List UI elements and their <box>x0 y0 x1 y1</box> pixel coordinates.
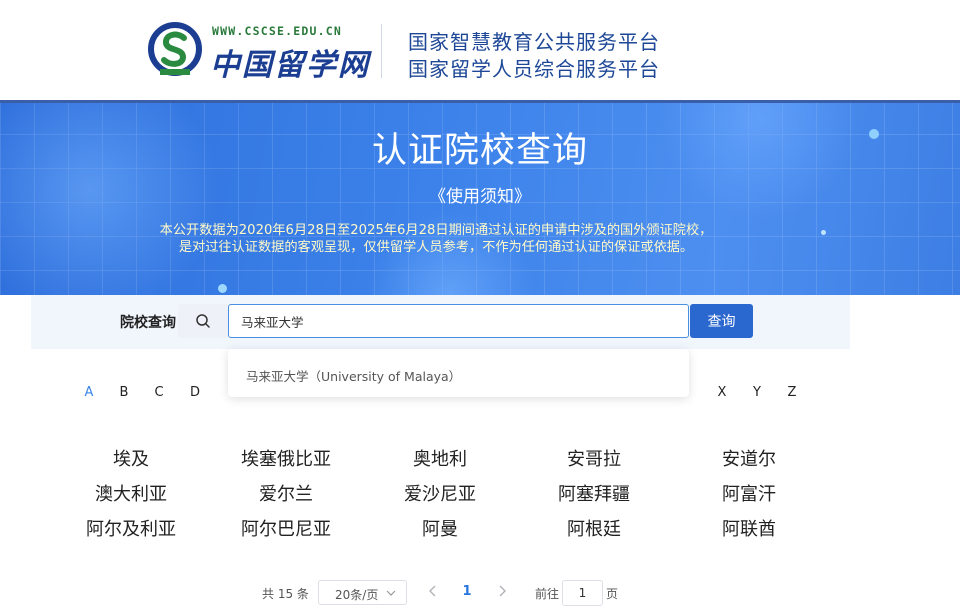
usage-notice-link[interactable]: 《使用须知》 <box>0 182 960 207</box>
search-suggestion-dropdown: 马来亚大学（University of Malaya） <box>228 349 689 397</box>
chevron-down-icon <box>386 590 396 596</box>
country-item[interactable]: 安哥拉 <box>519 445 669 471</box>
letter-filter-b[interactable]: B <box>116 385 132 400</box>
pagination-current-page[interactable]: 1 <box>460 584 474 599</box>
logo-url-text: WWW.CSCSE.EDU.CN <box>212 24 342 38</box>
country-item[interactable]: 阿富汗 <box>674 480 824 506</box>
country-item[interactable]: 爱尔兰 <box>211 480 361 506</box>
search-label: 院校查询 <box>120 315 176 331</box>
country-item[interactable]: 埃及 <box>56 445 206 471</box>
country-item[interactable]: 爱沙尼亚 <box>365 480 515 506</box>
country-item[interactable]: 埃塞俄比亚 <box>211 445 361 471</box>
pagination-goto-label: 前往 <box>535 587 560 601</box>
letter-filter-z[interactable]: Z <box>784 385 800 400</box>
logo-name-text: 中国留学网 <box>210 48 370 83</box>
country-item[interactable]: 阿联酋 <box>674 515 824 541</box>
pagination-page-unit: 页 <box>606 587 619 601</box>
country-item[interactable]: 阿尔及利亚 <box>56 515 206 541</box>
disclaimer-line1: 本公开数据为2020年6月28日至2025年6月28日期间通过认证的申请中涉及的… <box>159 223 713 238</box>
country-item[interactable]: 奥地利 <box>365 445 515 471</box>
school-search-input[interactable] <box>228 304 689 338</box>
country-item[interactable]: 安道尔 <box>674 445 824 471</box>
country-item[interactable]: 阿尔巴尼亚 <box>211 515 361 541</box>
letter-filter-x[interactable]: X <box>714 385 730 400</box>
country-item[interactable]: 阿根廷 <box>519 515 669 541</box>
header-divider <box>381 24 382 78</box>
goto-page-input[interactable] <box>562 580 603 606</box>
platform-name-line1: 国家智慧教育公共服务平台 <box>408 30 660 54</box>
country-item[interactable]: 阿曼 <box>365 515 515 541</box>
search-button[interactable]: 查询 <box>690 304 753 338</box>
pagination-total: 共 15 条 <box>262 587 309 601</box>
letter-filter-y[interactable]: Y <box>749 385 765 400</box>
chevron-right-icon[interactable] <box>496 584 508 598</box>
letter-filter-c[interactable]: C <box>151 385 167 400</box>
platform-name-line2: 国家留学人员综合服务平台 <box>408 57 660 81</box>
country-item[interactable]: 阿塞拜疆 <box>519 480 669 506</box>
page-size-select[interactable]: 20条/页 <box>318 580 407 605</box>
search-icon <box>196 314 210 328</box>
site-header: WWW.CSCSE.EDU.CN 中国留学网 国家智慧教育公共服务平台 国家留学… <box>0 0 960 100</box>
banner-dot-decoration <box>218 284 227 293</box>
letter-filter-d[interactable]: D <box>187 385 203 400</box>
letter-filter-a[interactable]: A <box>81 385 97 400</box>
country-item[interactable]: 澳大利亚 <box>56 480 206 506</box>
page-title: 认证院校查询 <box>371 131 588 171</box>
page-size-value: 20条/页 <box>335 588 379 602</box>
hero-banner: 认证院校查询 《使用须知》 本公开数据为2020年6月28日至2025年6月28… <box>0 100 960 295</box>
data-disclaimer: 本公开数据为2020年6月28日至2025年6月28日期间通过认证的申请中涉及的… <box>0 222 872 256</box>
disclaimer-line2: 是对过往认证数据的客观呈现，仅供留学人员参考，不作为任何通过认证的保证或依据。 <box>178 240 694 255</box>
suggestion-item[interactable]: 马来亚大学（University of Malaya） <box>246 366 461 385</box>
cscse-logo-icon[interactable] <box>148 22 202 78</box>
chevron-left-icon[interactable] <box>427 584 439 598</box>
banner-top-border <box>0 100 960 103</box>
search-icon-box <box>178 304 228 338</box>
